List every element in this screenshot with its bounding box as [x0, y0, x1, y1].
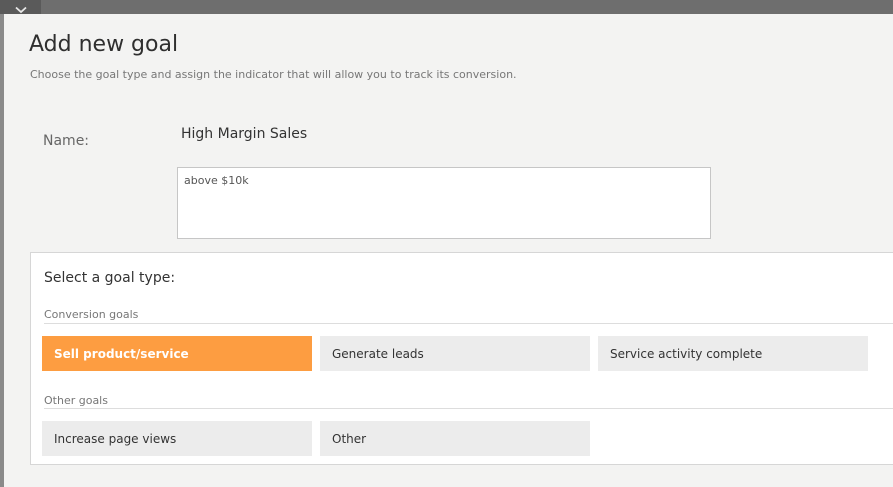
section-label-other: Other goals — [44, 394, 108, 407]
name-field[interactable]: High Margin Sales — [181, 126, 307, 142]
goal-type-panel: Select a goal type: Conversion goals Sel… — [30, 252, 893, 465]
top-bar — [0, 0, 893, 14]
chevron-down-icon — [14, 6, 27, 13]
goal-option-sell-product[interactable]: Sell product/service — [42, 336, 312, 371]
dialog-title: Add new goal — [29, 32, 179, 57]
goal-option-page-views[interactable]: Increase page views — [42, 421, 312, 456]
goal-option-generate-leads[interactable]: Generate leads — [320, 336, 590, 371]
description-field[interactable]: above $10k — [177, 167, 711, 239]
section-divider — [44, 323, 893, 324]
section-label-conversion: Conversion goals — [44, 308, 139, 321]
goal-option-other[interactable]: Other — [320, 421, 590, 456]
section-divider — [44, 408, 893, 409]
dialog-subtitle: Choose the goal type and assign the indi… — [30, 68, 517, 81]
goal-dialog: Add new goal Choose the goal type and as… — [4, 14, 893, 487]
goal-option-service-activity[interactable]: Service activity complete — [598, 336, 868, 371]
goal-type-heading: Select a goal type: — [44, 270, 176, 286]
name-label: Name: — [43, 133, 90, 149]
